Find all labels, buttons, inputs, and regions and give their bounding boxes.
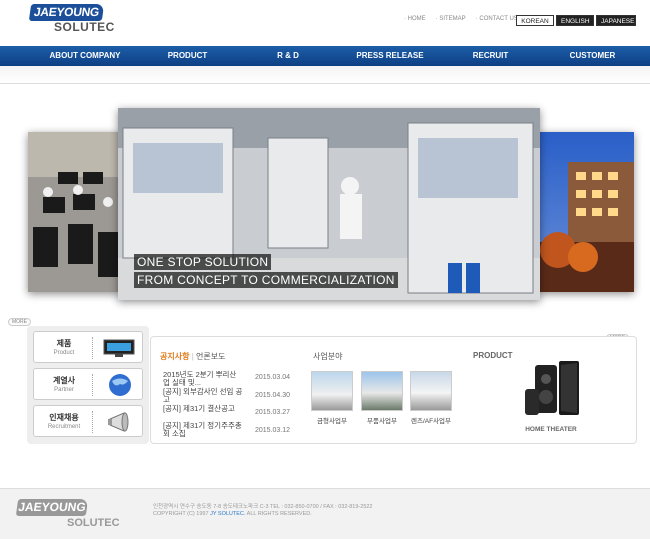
quick-link-partner[interactable]: 계열사 Partner <box>33 368 143 400</box>
megaphone-icon <box>108 412 129 432</box>
quick-link-label: 제품 <box>56 339 72 348</box>
footer-logo-sub: SOLUTEC <box>67 517 120 529</box>
nav-about[interactable]: ABOUT COMPANY <box>40 46 130 66</box>
tab-notice[interactable]: 공지사항 <box>160 352 189 361</box>
top-links: HOME SITEMAP CONTACT US <box>404 16 518 22</box>
office-photo <box>28 132 120 292</box>
business-label-mold[interactable]: 금형사업부 <box>307 415 357 425</box>
news-tabs: 공지사항 | 언론보도 <box>160 351 225 362</box>
slide-left-image[interactable] <box>28 132 120 292</box>
quick-link-sublabel: Recruitment <box>47 424 81 430</box>
nav-product[interactable]: PRODUCT <box>150 46 225 66</box>
slide-main-image[interactable]: ONE STOP SOLUTION FROM CONCEPT TO COMMER… <box>118 108 540 300</box>
company-logo[interactable]: JAEYOUNG SOLUTEC <box>28 4 130 36</box>
business-item-mold[interactable] <box>311 371 353 411</box>
copyright-prefix: COPYRIGHT (C) 1997 <box>153 511 209 517</box>
news-item-1[interactable]: 2015년도 2분기 뿌리산업 실태 및... <box>163 371 243 387</box>
footer: JAEYOUNG SOLUTEC 인천광역시 연수구 송도동 7-8 송도테크노… <box>0 488 650 539</box>
more-button-left[interactable]: MORE <box>8 318 31 326</box>
quick-link-label: 인재채용 <box>49 413 79 422</box>
info-panel: 공지사항 | 언론보도 2015년도 2분기 뿌리산업 실태 및... 2015… <box>150 336 637 444</box>
news-item-3[interactable]: [공지] 제31기 결산공고 <box>163 405 243 413</box>
business-label-parts[interactable]: 부품사업부 <box>357 415 407 425</box>
nav-rnd[interactable]: R & D <box>258 46 318 66</box>
quick-link-sublabel: Partner <box>54 387 74 393</box>
lang-japanese[interactable]: JAPANESE <box>596 15 636 26</box>
sitemap-link[interactable]: SITEMAP <box>436 16 465 22</box>
nav-recruit[interactable]: RECRUIT <box>458 46 523 66</box>
logo-text: JAEYOUNG <box>28 4 105 21</box>
contact-link[interactable]: CONTACT US <box>476 16 517 22</box>
hero-caption-1: ONE STOP SOLUTION <box>134 254 272 270</box>
globe-icon <box>109 374 131 396</box>
sub-nav-bar <box>0 66 650 84</box>
header: JAEYOUNG SOLUTEC HOME SITEMAP CONTACT US… <box>0 0 650 46</box>
business-item-lens[interactable] <box>410 371 452 411</box>
lang-english[interactable]: ENGLISH <box>556 15 594 26</box>
footer-logo[interactable]: JAEYOUNG SOLUTEC <box>15 499 120 529</box>
quick-link-recruit[interactable]: 인재채용 Recruitment <box>33 405 143 437</box>
home-theater-image[interactable] <box>521 361 583 419</box>
news-item-4[interactable]: [공지] 제31기 정기주주총회 소집 <box>163 422 243 438</box>
nav-press[interactable]: PRESS RELEASE <box>350 46 430 66</box>
tab-press[interactable]: 언론보도 <box>196 352 225 361</box>
product-label[interactable]: HOME THEATER <box>521 426 581 433</box>
quick-link-sublabel: Product <box>53 350 75 356</box>
quick-link-product[interactable]: 제품 Product <box>33 331 143 363</box>
product-title: PRODUCT <box>473 351 513 360</box>
building-photo <box>538 132 634 292</box>
footer-logo-text: JAEYOUNG <box>15 499 89 516</box>
home-link[interactable]: HOME <box>404 16 426 22</box>
logo-sub: SOLUTEC <box>54 20 115 34</box>
news-list: 2015년도 2분기 뿌리산업 실태 및... 2015.03.04 [공지] … <box>163 371 303 441</box>
business-label-lens[interactable]: 렌즈/AF사업부 <box>406 415 456 425</box>
hero-caption-2: FROM CONCEPT TO COMMERCIALIZATION <box>134 272 398 288</box>
news-date-2: 2015.04.30 <box>255 392 291 399</box>
tab-separator: | <box>191 352 194 361</box>
main-nav: ABOUT COMPANY PRODUCT R & D PRESS RELEAS… <box>0 46 650 66</box>
monitor-icon <box>103 339 135 357</box>
divider <box>92 411 93 433</box>
divider <box>92 337 93 359</box>
quick-links-panel: 제품 Product 계열사 Partner 인재채용 Recruitment <box>27 326 149 444</box>
news-date-1: 2015.03.04 <box>255 374 291 381</box>
copyright-suffix: ALL RIGHTS RESERVED. <box>246 511 312 517</box>
business-title: 사업분야 <box>313 352 343 361</box>
news-item-2[interactable]: [공지] 외부감사인 선임 공고 <box>163 388 243 404</box>
language-selector: KOREAN ENGLISH JAPANESE <box>516 15 636 26</box>
news-date-4: 2015.03.12 <box>255 427 291 434</box>
footer-copyright: COPYRIGHT (C) 1997 JY SOLUTEC. ALL RIGHT… <box>153 511 312 517</box>
slide-right-image[interactable] <box>538 132 634 292</box>
news-date-3: 2015.03.27 <box>255 409 291 416</box>
copyright-brand: JY SOLUTEC. <box>210 511 246 517</box>
quick-link-label: 계열사 <box>52 376 76 385</box>
divider <box>92 374 93 396</box>
footer-address: 인천광역시 연수구 송도동 7-8 송도테크노파크 C-3 TEL : 032-… <box>153 504 373 510</box>
nav-customer[interactable]: CUSTOMER <box>560 46 625 66</box>
lang-korean[interactable]: KOREAN <box>516 15 554 26</box>
business-item-parts[interactable] <box>361 371 403 411</box>
